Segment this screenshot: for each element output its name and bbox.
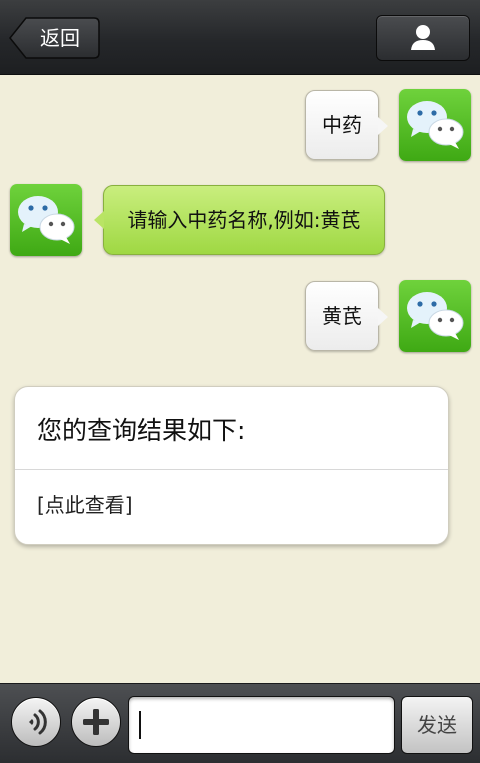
message-text: 黄芪 <box>322 304 362 328</box>
bubble-tail <box>378 117 388 135</box>
person-icon <box>411 25 435 50</box>
input-bar: 发送 <box>0 683 480 763</box>
view-result-link[interactable]: [点此查看] <box>37 492 133 518</box>
wechat-icon <box>407 101 464 149</box>
avatar[interactable] <box>399 89 471 161</box>
message-bubble-outgoing[interactable]: 黄芪 <box>305 281 388 351</box>
message-bubble-incoming[interactable]: 请输入中药名称,例如:黄芪 <box>94 185 385 255</box>
message-bubble-outgoing[interactable]: 中药 <box>305 90 388 160</box>
wechat-icon <box>407 292 464 340</box>
card-title: 您的查询结果如下: <box>37 416 246 445</box>
plus-icon <box>83 709 109 735</box>
avatar[interactable] <box>10 184 82 256</box>
text-caret <box>139 711 141 739</box>
bubble-tail <box>378 308 388 326</box>
wechat-icon <box>18 196 75 244</box>
send-button[interactable]: 发送 <box>401 696 473 754</box>
voice-button[interactable] <box>11 697 61 747</box>
voice-icon <box>29 709 47 735</box>
result-card[interactable]: 您的查询结果如下: [点此查看] <box>14 386 449 545</box>
avatar[interactable] <box>399 280 471 352</box>
message-text: 中药 <box>322 113 362 137</box>
plus-button[interactable] <box>71 697 121 747</box>
back-label: 返回 <box>40 26 80 50</box>
message-input[interactable] <box>128 696 395 754</box>
back-button[interactable]: 返回 <box>8 16 100 60</box>
top-nav-bar: 返回 <box>0 0 480 75</box>
card-divider <box>15 469 448 470</box>
bubble-tail <box>94 211 104 229</box>
message-text: 请输入中药名称,例如:黄芪 <box>127 208 361 232</box>
profile-button[interactable] <box>376 15 470 61</box>
